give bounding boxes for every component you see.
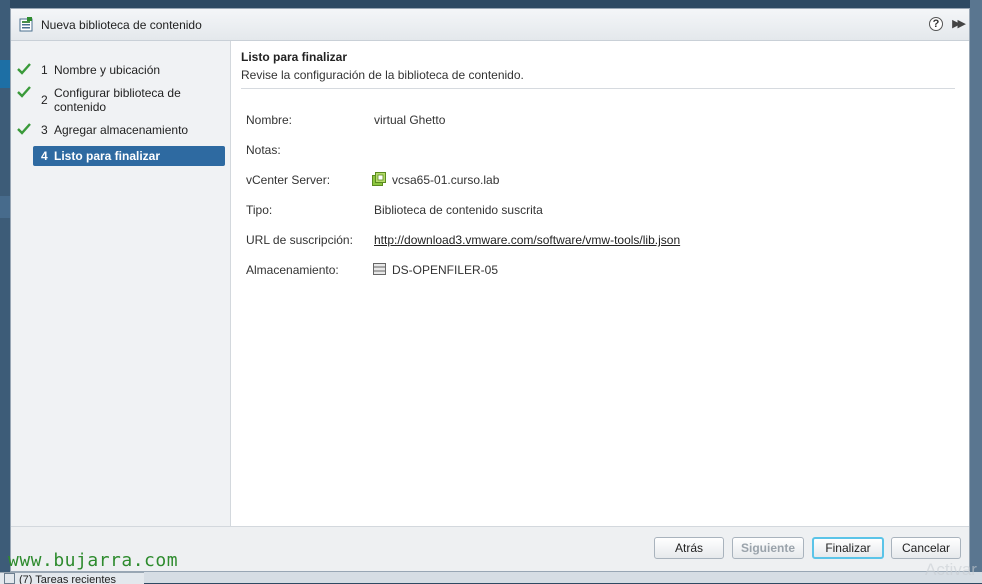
subscription-url-link[interactable]: http://download3.vmware.com/software/vmw… (374, 233, 680, 247)
step-number: 3 (41, 123, 48, 137)
datastore-icon (373, 263, 386, 275)
content-title: Listo para finalizar (241, 50, 348, 64)
help-icon[interactable]: ? (929, 17, 943, 31)
wizard-steps: 1 Nombre y ubicación 2 Configurar biblio… (11, 41, 231, 526)
step-label: Listo para finalizar (54, 149, 161, 163)
recent-tasks-tab[interactable]: (7) Tareas recientes (0, 572, 144, 584)
next-button[interactable]: Siguiente (732, 537, 804, 559)
step-label: Agregar almacenamiento (54, 123, 189, 137)
step-label: Nombre y ubicación (54, 63, 161, 77)
new-content-library-dialog: Nueva biblioteca de contenido ? ▶▶ 1 Nom… (10, 8, 970, 572)
content-library-icon (19, 17, 33, 32)
row-value: virtual Ghetto (374, 113, 446, 127)
row-key: vCenter Server: (246, 173, 331, 187)
step-1[interactable]: 1 Nombre y ubicación (17, 63, 225, 79)
step-number: 2 (41, 93, 48, 107)
check-icon (17, 63, 31, 75)
row-value: DS-OPENFILER-05 (392, 263, 499, 277)
cancel-button[interactable]: Cancelar (891, 537, 961, 559)
step-number: 4 (41, 149, 48, 163)
dialog-title: Nueva biblioteca de contenido (41, 18, 202, 32)
background-app-selection (0, 60, 10, 88)
step-number: 1 (41, 63, 48, 77)
divider (241, 88, 955, 89)
finish-button[interactable]: Finalizar (812, 537, 884, 559)
step-3[interactable]: 3 Agregar almacenamiento (17, 123, 225, 139)
collapse-icon[interactable]: ▶▶ (952, 17, 966, 30)
row-value: Biblioteca de contenido suscrita (374, 203, 543, 217)
content-subtitle: Revise la configuración de la biblioteca… (241, 68, 524, 82)
background-status-bar (0, 572, 982, 583)
step-label: Configurar biblioteca de contenido (54, 86, 181, 114)
background-app-item (0, 196, 10, 218)
row-key: Notas: (246, 143, 281, 157)
check-icon (17, 86, 31, 98)
check-icon (17, 123, 31, 135)
activate-windows-text: Activar (925, 560, 977, 579)
step-content: Listo para finalizar Revise la configura… (231, 41, 969, 526)
background-app-right (970, 0, 982, 583)
row-key: Almacenamiento: (246, 263, 339, 277)
row-key: Nombre: (246, 113, 293, 127)
row-key: URL de suscripción: (246, 233, 353, 247)
step-4-active[interactable]: 4 Listo para finalizar (33, 146, 225, 166)
step-2[interactable]: 2 Configurar biblioteca de contenido (17, 86, 225, 116)
vcenter-icon (372, 172, 386, 186)
back-button[interactable]: Atrás (654, 537, 724, 559)
dialog-titlebar: Nueva biblioteca de contenido ? ▶▶ (11, 9, 969, 41)
watermark: www.bujarra.com (8, 550, 179, 571)
row-key: Tipo: (246, 203, 273, 217)
tasks-icon (4, 573, 15, 584)
row-value: vcsa65-01.curso.lab (392, 173, 500, 187)
